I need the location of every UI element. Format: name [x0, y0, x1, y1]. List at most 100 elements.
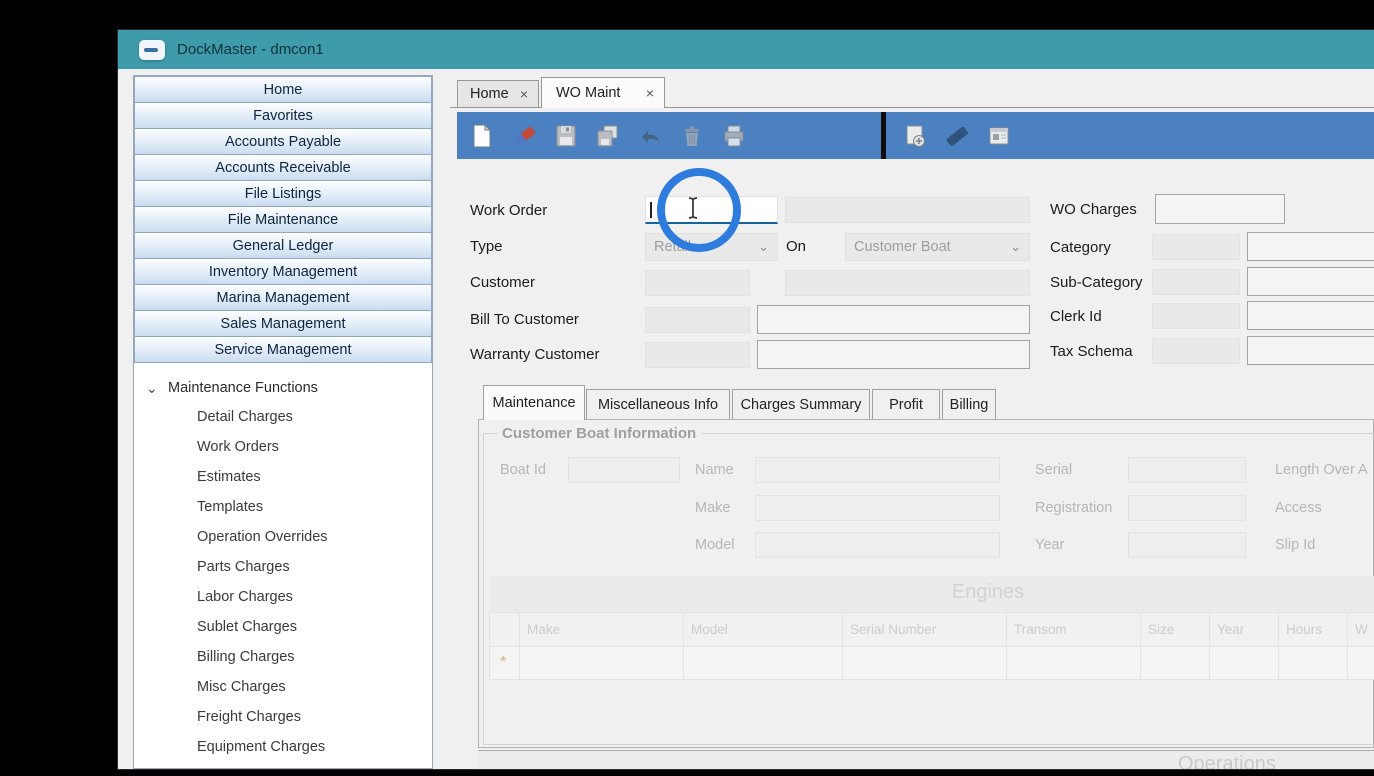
document-plus-icon: [903, 124, 927, 148]
boat-registration-label: Registration: [1035, 495, 1112, 521]
sidebar-item-file-listings[interactable]: File Listings: [134, 180, 432, 207]
sidebar-item-sales-management[interactable]: Sales Management: [134, 310, 432, 337]
sidebar-item-home[interactable]: Home: [134, 76, 432, 103]
clerk-name-field[interactable]: [1247, 301, 1374, 330]
boat-serial-label: Serial: [1035, 457, 1072, 483]
sub-category-id-field[interactable]: [1152, 269, 1240, 295]
engines-empty-row: *: [490, 646, 1374, 680]
sidebar-item-favorites[interactable]: Favorites: [134, 102, 432, 129]
type-value: Retail: [654, 239, 691, 255]
engines-col-size: Size: [1140, 612, 1210, 647]
sidebar-item-service-management[interactable]: Service Management: [134, 336, 432, 363]
tree-node-maintenance-functions[interactable]: ⌄ Maintenance Functions: [134, 374, 432, 402]
work-order-input[interactable]: [645, 196, 778, 224]
tab-miscellaneous-info[interactable]: Miscellaneous Info: [586, 389, 730, 419]
customer-name-field[interactable]: [785, 270, 1030, 296]
tree-item-templates[interactable]: Templates: [134, 492, 432, 522]
tree-item-operation-overrides[interactable]: Operation Overrides: [134, 522, 432, 552]
tree-item-labor-charges[interactable]: Labor Charges: [134, 582, 432, 612]
close-icon[interactable]: ×: [646, 85, 654, 101]
bill-to-name-field[interactable]: [757, 305, 1030, 334]
erase-button[interactable]: [507, 119, 541, 153]
category-name-field[interactable]: [1247, 232, 1374, 261]
sidebar-item-file-maintenance[interactable]: File Maintenance: [134, 206, 432, 233]
sidebar-item-marina-management[interactable]: Marina Management: [134, 284, 432, 311]
engines-section-header: Engines: [490, 576, 1374, 612]
on-dropdown[interactable]: Customer Boat ⌄: [845, 233, 1030, 261]
tree-item-equipment-charges[interactable]: Equipment Charges: [134, 732, 432, 762]
sub-category-label: Sub-Category: [1050, 270, 1143, 296]
boat-registration-field: [1128, 495, 1246, 521]
boat-model-field: [755, 532, 1000, 558]
eraser-icon: [512, 124, 536, 148]
on-value: Customer Boat: [854, 239, 951, 255]
undo-button[interactable]: [633, 119, 667, 153]
save-button[interactable]: [549, 119, 583, 153]
bill-to-id-field[interactable]: [645, 307, 750, 333]
tree-item-mileage-charges[interactable]: Mileage Charges: [134, 762, 432, 769]
engines-cell: [1278, 646, 1348, 680]
toolbar: [457, 112, 1374, 159]
tree-items: Detail Charges Work Orders Estimates Tem…: [134, 402, 432, 769]
warranty-name-field[interactable]: [757, 340, 1030, 369]
tab-billing[interactable]: Billing: [942, 389, 996, 419]
tab-wo-maint-label: WO Maint: [556, 85, 620, 101]
edit-record-button[interactable]: [940, 119, 974, 153]
print-button[interactable]: [717, 119, 751, 153]
warranty-id-field[interactable]: [645, 342, 750, 368]
work-order-desc-field[interactable]: [785, 197, 1030, 223]
customer-id-field[interactable]: [645, 270, 750, 296]
tree-item-billing-charges[interactable]: Billing Charges: [134, 642, 432, 672]
type-label: Type: [470, 234, 503, 260]
undo-icon: [638, 124, 662, 148]
new-record-button[interactable]: [465, 119, 499, 153]
sidebar-item-accounts-payable[interactable]: Accounts Payable: [134, 128, 432, 155]
sidebar-item-accounts-receivable[interactable]: Accounts Receivable: [134, 154, 432, 181]
engines-col-warranty: W: [1347, 612, 1374, 647]
tree-item-detail-charges[interactable]: Detail Charges: [134, 402, 432, 432]
type-dropdown[interactable]: Retail ⌄: [645, 233, 778, 261]
sidebar-item-general-ledger[interactable]: General Ledger: [134, 232, 432, 259]
lookup-button[interactable]: [982, 119, 1016, 153]
save-all-button[interactable]: [591, 119, 625, 153]
tree-item-freight-charges[interactable]: Freight Charges: [134, 702, 432, 732]
tree-item-misc-charges[interactable]: Misc Charges: [134, 672, 432, 702]
tab-wo-maint[interactable]: WO Maint ×: [541, 77, 665, 108]
tax-schema-name-field[interactable]: [1247, 336, 1374, 365]
boat-make-field: [755, 495, 1000, 521]
tree-item-estimates[interactable]: Estimates: [134, 462, 432, 492]
tree-item-parts-charges[interactable]: Parts Charges: [134, 552, 432, 582]
boat-id-field: [568, 457, 680, 483]
boat-id-label: Boat Id: [500, 457, 546, 483]
delete-button[interactable]: [675, 119, 709, 153]
engines-cell: [1347, 646, 1374, 680]
sub-category-name-field[interactable]: [1247, 267, 1374, 296]
tab-profit[interactable]: Profit: [872, 389, 940, 419]
chevron-down-icon[interactable]: ⌄: [146, 383, 162, 393]
clerk-id-field[interactable]: [1152, 303, 1240, 329]
sidebar: Home Favorites Accounts Payable Accounts…: [133, 75, 433, 769]
tree-item-work-orders[interactable]: Work Orders: [134, 432, 432, 462]
tax-schema-id-field[interactable]: [1152, 338, 1240, 364]
save-icon: [554, 124, 578, 148]
category-id-field[interactable]: [1152, 234, 1240, 260]
printer-icon: [722, 124, 746, 148]
tree-item-sublet-charges[interactable]: Sublet Charges: [134, 612, 432, 642]
add-record-button[interactable]: [898, 119, 932, 153]
boat-length-label: Length Over A: [1275, 457, 1368, 483]
engines-cell: [519, 646, 684, 680]
wo-charges-field[interactable]: [1155, 194, 1285, 224]
tree-node-label: Maintenance Functions: [168, 380, 318, 396]
tab-maintenance[interactable]: Maintenance: [483, 385, 585, 420]
engines-col-make: Make: [519, 612, 684, 647]
close-icon[interactable]: ×: [520, 86, 528, 102]
trash-icon: [680, 124, 704, 148]
category-label: Category: [1050, 235, 1111, 261]
operations-title: Operations: [1178, 753, 1276, 769]
ibeam-cursor-icon: [686, 196, 700, 220]
tab-charges-summary[interactable]: Charges Summary: [732, 389, 870, 419]
sidebar-item-inventory-management[interactable]: Inventory Management: [134, 258, 432, 285]
toolbar-divider: [881, 112, 886, 159]
tab-home-label: Home: [470, 86, 509, 102]
tab-home[interactable]: Home ×: [457, 80, 539, 108]
